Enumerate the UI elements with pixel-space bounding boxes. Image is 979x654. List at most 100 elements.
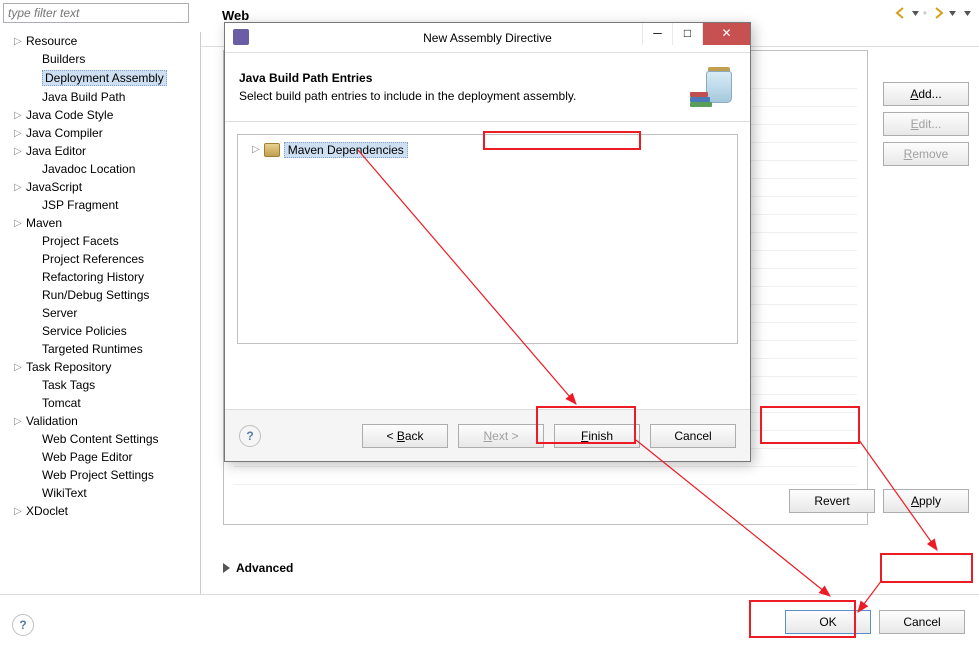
maximize-button[interactable]: □ (672, 23, 702, 45)
dialog-titlebar[interactable]: New Assembly Directive ─ □ ✕ (225, 23, 750, 53)
tree-item-java-editor[interactable]: ▷Java Editor (0, 142, 200, 160)
apply-button[interactable]: Apply (883, 489, 969, 513)
tree-item-server[interactable]: Server (0, 304, 200, 322)
expand-icon (30, 254, 40, 264)
tree-item-tomcat[interactable]: Tomcat (0, 394, 200, 412)
expand-icon[interactable]: ▷ (14, 128, 24, 138)
expand-icon (30, 380, 40, 390)
tree-label: Builders (42, 52, 85, 66)
expand-icon (30, 92, 40, 102)
tree-item-java-code-style[interactable]: ▷Java Code Style (0, 106, 200, 124)
apply-row: Revert Apply (789, 489, 969, 519)
tree-label: Server (42, 306, 77, 320)
tree-label: Task Tags (42, 378, 95, 392)
dialog-help-icon[interactable]: ? (239, 425, 261, 447)
back-dropdown-icon[interactable] (912, 10, 919, 17)
expand-icon[interactable]: ▷ (14, 146, 24, 156)
expand-icon[interactable]: ▷ (14, 36, 24, 46)
tree-label: Run/Debug Settings (42, 288, 149, 302)
next-button: Next > (458, 424, 544, 448)
remove-button: Remove (883, 142, 969, 166)
revert-button[interactable]: Revert (789, 489, 875, 513)
expand-icon (30, 308, 40, 318)
tree-item-run-debug-settings[interactable]: Run/Debug Settings (0, 286, 200, 304)
tree-label: Java Editor (26, 144, 86, 158)
library-icon (264, 143, 280, 157)
filter-input[interactable] (3, 3, 189, 23)
expand-icon[interactable]: ▷ (14, 110, 24, 120)
tree-label: Project Facets (42, 234, 119, 248)
expand-icon[interactable]: ▷ (14, 506, 24, 516)
tree-item-java-compiler[interactable]: ▷Java Compiler (0, 124, 200, 142)
dialog-cancel-button[interactable]: Cancel (650, 424, 736, 448)
tree-label: Refactoring History (42, 270, 144, 284)
tree-item-xdoclet[interactable]: ▷XDoclet (0, 502, 200, 520)
tree-item-project-facets[interactable]: Project Facets (0, 232, 200, 250)
dialog-header-desc: Select build path entries to include in … (239, 89, 576, 103)
expand-icon[interactable]: ▷ (14, 182, 24, 192)
tree-item-javadoc-location[interactable]: Javadoc Location (0, 160, 200, 178)
expand-icon (30, 73, 40, 83)
tree-label: Web Content Settings (42, 432, 159, 446)
view-menu-icon[interactable] (964, 10, 971, 17)
expand-icon[interactable]: ▷ (252, 144, 260, 155)
tree-item-java-build-path[interactable]: Java Build Path (0, 88, 200, 106)
tree-item-web-page-editor[interactable]: Web Page Editor (0, 448, 200, 466)
forward-arrow-icon[interactable] (931, 6, 945, 20)
tree-item-refactoring-history[interactable]: Refactoring History (0, 268, 200, 286)
tree-item-validation[interactable]: ▷Validation (0, 412, 200, 430)
tree-label: JSP Fragment (42, 198, 118, 212)
expand-icon (30, 54, 40, 64)
expand-icon (30, 236, 40, 246)
tree-label: Resource (26, 34, 77, 48)
cancel-button[interactable]: Cancel (879, 610, 965, 634)
tree-item-task-repository[interactable]: ▷Task Repository (0, 358, 200, 376)
tree-label: Validation (26, 414, 78, 428)
tree-label: JavaScript (26, 180, 82, 194)
back-button[interactable]: < Back (362, 424, 448, 448)
nav-arrows: • (894, 6, 971, 20)
ok-button[interactable]: OK (785, 610, 871, 634)
tree-item-builders[interactable]: Builders (0, 50, 200, 68)
table-row[interactable] (234, 467, 857, 485)
tree-label: Tomcat (42, 396, 81, 410)
tree-item-task-tags[interactable]: Task Tags (0, 376, 200, 394)
tree-item-web-content-settings[interactable]: Web Content Settings (0, 430, 200, 448)
expand-icon[interactable]: ▷ (14, 362, 24, 372)
expand-icon (30, 452, 40, 462)
dialog-footer: ? OK Cancel (0, 594, 979, 654)
dialog-title: New Assembly Directive (423, 31, 552, 45)
finish-button[interactable]: Finish (554, 424, 640, 448)
tree-item-web-project-settings[interactable]: Web Project Settings (0, 466, 200, 484)
tree-item-jsp-fragment[interactable]: JSP Fragment (0, 196, 200, 214)
expand-icon[interactable]: ▷ (14, 218, 24, 228)
tree-item-service-policies[interactable]: Service Policies (0, 322, 200, 340)
expand-icon (30, 200, 40, 210)
tree-label: XDoclet (26, 504, 68, 518)
tree-label: Project References (42, 252, 144, 266)
expand-icon (30, 272, 40, 282)
tree-item-project-references[interactable]: Project References (0, 250, 200, 268)
add-button[interactable]: Add... (883, 82, 969, 106)
tree-item-javascript[interactable]: ▷JavaScript (0, 178, 200, 196)
minimize-button[interactable]: ─ (642, 23, 672, 45)
close-button[interactable]: ✕ (702, 23, 750, 45)
help-icon[interactable]: ? (12, 614, 34, 636)
forward-dropdown-icon[interactable] (949, 10, 956, 17)
tree-item-targeted-runtimes[interactable]: Targeted Runtimes (0, 340, 200, 358)
build-path-tree[interactable]: ▷ Maven Dependencies (237, 134, 738, 344)
back-arrow-icon[interactable] (894, 6, 908, 20)
tree-label: Web Project Settings (42, 468, 154, 482)
tree-item-deployment-assembly[interactable]: Deployment Assembly (0, 68, 200, 88)
advanced-toggle[interactable]: Advanced (223, 561, 293, 575)
expand-icon (30, 326, 40, 336)
tree-item-resource[interactable]: ▷Resource (0, 32, 200, 50)
dialog-header: Java Build Path Entries Select build pat… (225, 53, 750, 122)
expand-icon[interactable]: ▷ (14, 416, 24, 426)
expand-icon (30, 470, 40, 480)
tree-item-maven[interactable]: ▷Maven (0, 214, 200, 232)
jar-icon (688, 63, 736, 111)
expand-icon (30, 488, 40, 498)
tree-item-wikitext[interactable]: WikiText (0, 484, 200, 502)
maven-dependencies-item[interactable]: ▷ Maven Dependencies (244, 142, 408, 158)
